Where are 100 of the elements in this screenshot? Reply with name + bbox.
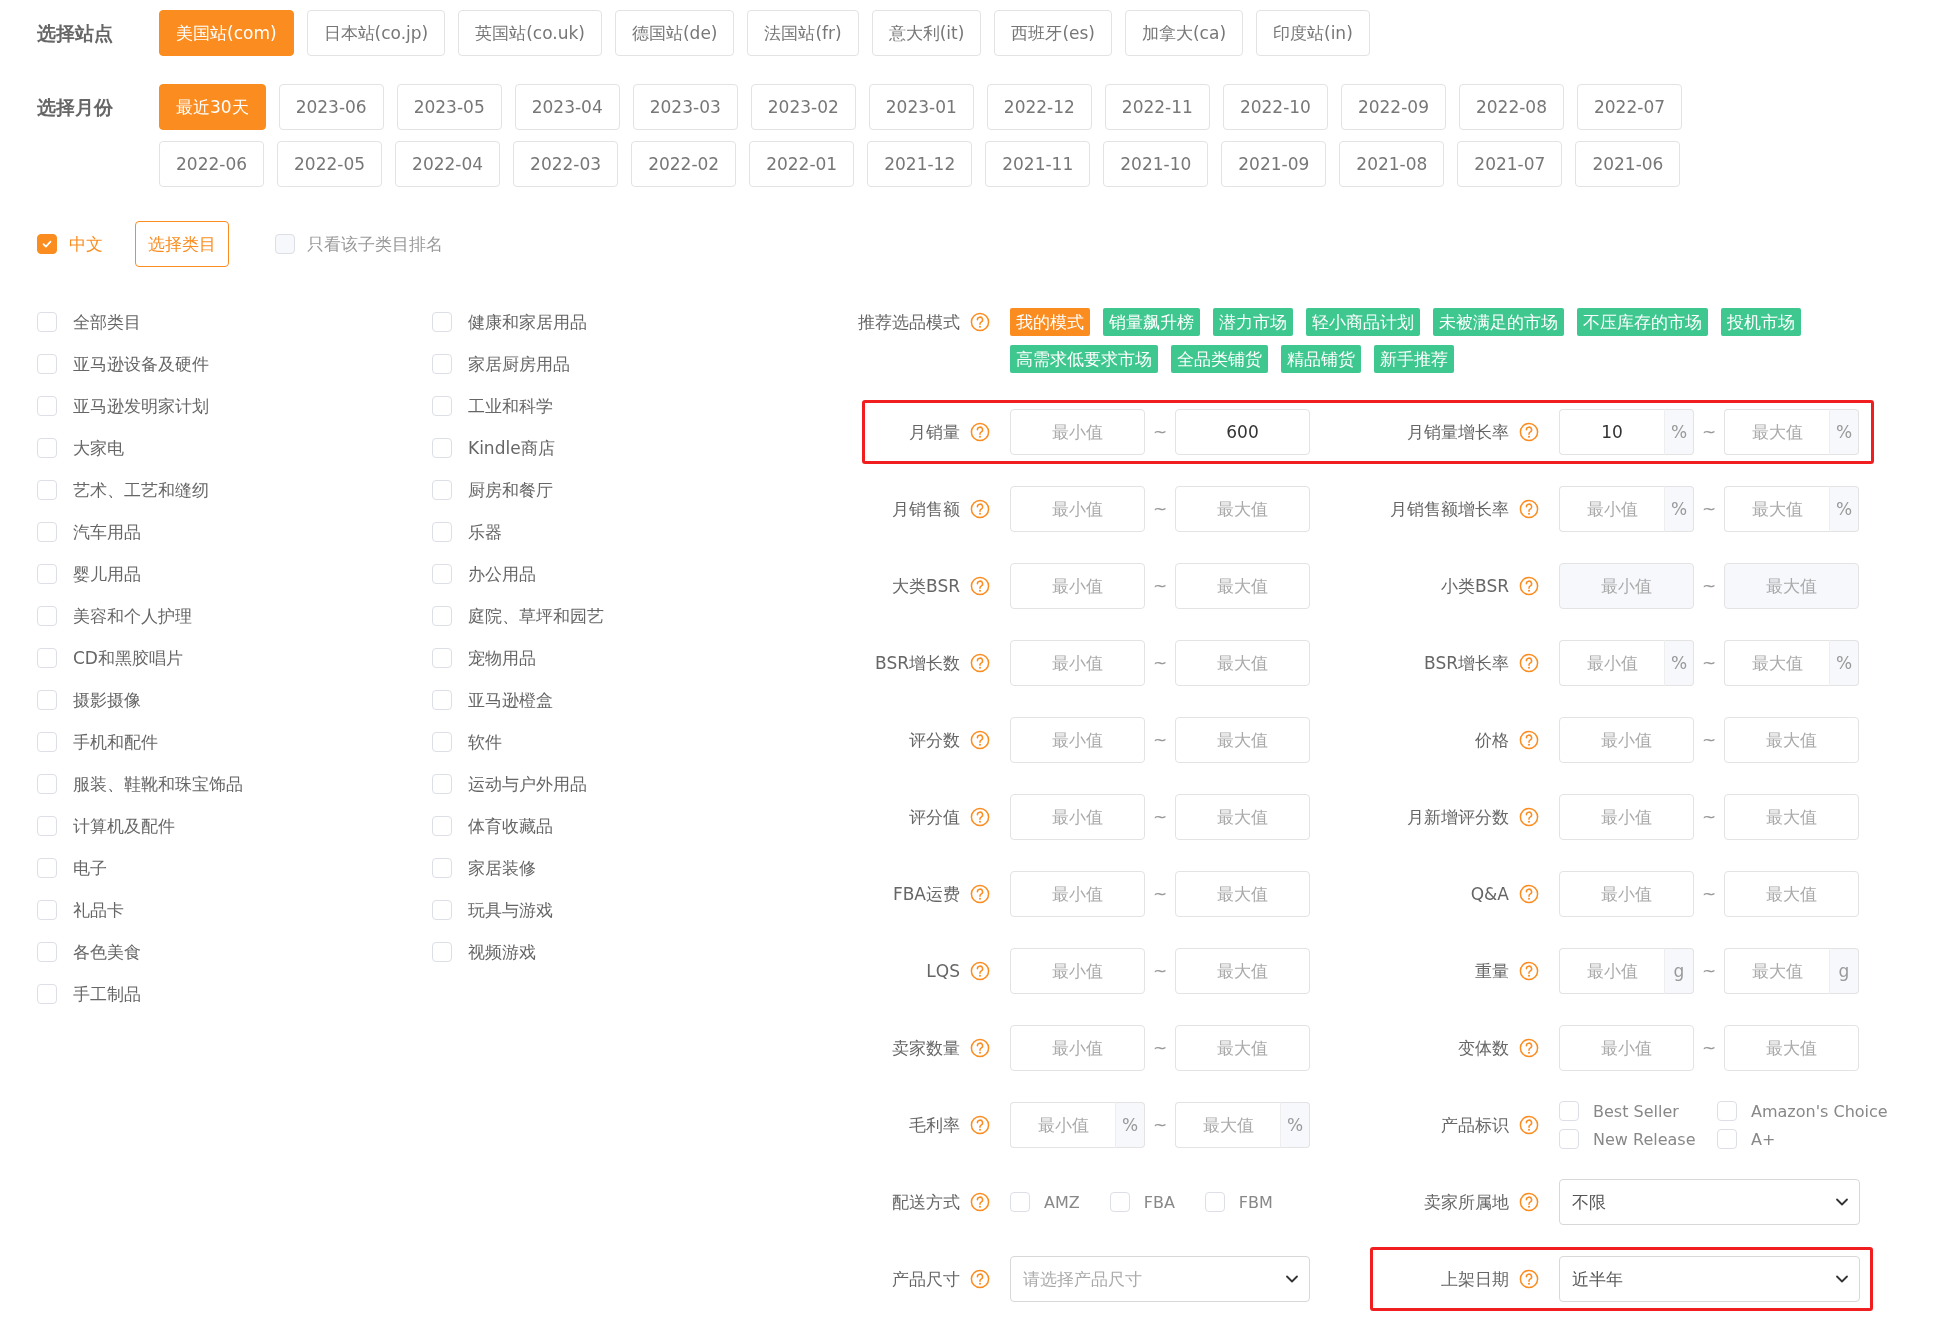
mode-tag[interactable]: 我的模式 [1010,308,1090,336]
checkbox-label: 婴儿用品 [73,562,141,586]
input-field[interactable]: 最小值 [1010,1025,1145,1071]
help-icon [1519,1038,1539,1058]
input-field[interactable]: 最大值 [1724,640,1829,686]
input-field[interactable]: 最小值 [1010,794,1145,840]
input-field[interactable]: 10 [1559,409,1664,455]
help-icon [970,499,990,519]
input-field[interactable]: 最小值 [1010,640,1145,686]
input-field[interactable]: 最大值 [1724,794,1859,840]
input-field[interactable]: 最小值 [1010,1102,1115,1148]
input-field[interactable]: 最小值 [1559,871,1694,917]
unit-label: % [1115,1102,1145,1148]
checkbox-label: 办公用品 [468,562,536,586]
option-button[interactable]: 2021-06 [1575,141,1681,187]
input-field[interactable]: 600 [1175,409,1310,455]
help-icon [970,653,990,673]
input-field[interactable]: 最大值 [1724,486,1829,532]
input-field[interactable]: 最小值 [1010,409,1145,455]
option-button[interactable]: 2023-06 [278,84,384,130]
option-button[interactable]: 2023-04 [514,84,620,130]
field-label: Q&A [1470,884,1509,904]
option-button[interactable]: 2023-05 [396,84,502,130]
help-icon [970,576,990,596]
field-label: 变体数 [1458,1036,1509,1060]
option-button[interactable]: 2022-06 [159,141,265,187]
option-button[interactable]: 2022-07 [1577,84,1682,130]
input-field[interactable]: 最大值 [1175,871,1310,917]
input-field[interactable]: 最小值 [1559,1025,1694,1071]
input-field[interactable]: 最大值 [1175,948,1310,994]
option-button[interactable]: 西班牙(es) [994,10,1112,56]
option-button[interactable]: 2022-02 [631,141,737,187]
option-button[interactable]: 加拿大(ca) [1125,10,1243,56]
option-button[interactable]: 法国站(fr) [747,10,859,56]
input-field[interactable]: 最小值 [1010,717,1145,763]
dropdown[interactable]: 近半年 [1559,1256,1860,1302]
checkbox-label: FBA [1143,1192,1175,1212]
option-button[interactable]: 2021-10 [1103,141,1209,187]
input-field[interactable]: 最大值 [1724,409,1829,455]
field-label: 卖家所属地 [1424,1190,1509,1214]
option-button[interactable]: 2023-03 [632,84,738,130]
option-button[interactable]: 2022-11 [1104,84,1210,130]
option-button[interactable]: 2021-11 [985,141,1091,187]
dropdown[interactable]: 请选择产品尺寸 [1010,1256,1310,1302]
input-field[interactable]: 最小值 [1010,563,1145,609]
input-field[interactable]: 最小值 [1559,948,1664,994]
option-button[interactable]: 2021-12 [867,141,973,187]
checkbox-label: 厨房和餐厅 [468,478,553,502]
input-field[interactable]: 最小值 [1010,871,1145,917]
help-icon [970,1269,990,1289]
option-button[interactable]: 2021-09 [1221,141,1327,187]
input-field[interactable]: 最大值 [1175,640,1310,686]
option-button[interactable]: 德国站(de) [614,10,735,56]
input-field[interactable]: 最大值 [1724,948,1829,994]
input-field[interactable]: 最大值 [1175,1025,1310,1071]
input-field[interactable]: 最小值 [1010,486,1145,532]
input-field[interactable]: 最小值 [1559,486,1664,532]
option-button[interactable]: 2022-12 [986,84,1092,130]
option-button[interactable]: 2022-10 [1222,84,1328,130]
option-button[interactable]: 2021-08 [1339,141,1445,187]
option-button[interactable]: 2023-02 [750,84,856,130]
option-button[interactable]: 2022-01 [749,141,855,187]
option-button[interactable]: 最近30天 [159,84,266,130]
option-button[interactable]: 英国站(co.uk) [458,10,602,56]
option-button[interactable]: 意大利(it) [871,10,982,56]
option-button[interactable]: 2021-07 [1457,141,1563,187]
input-field[interactable]: 最大值 [1175,486,1310,532]
input-field[interactable]: 最小值 [1559,717,1694,763]
option-button[interactable]: 日本站(co.jp) [306,10,446,56]
input-field[interactable]: 最大值 [1175,563,1310,609]
checkbox-label: 健康和家居用品 [468,310,587,334]
option-button[interactable]: 印度站(in) [1256,10,1370,56]
input-field[interactable]: 最小值 [1010,948,1145,994]
option-button[interactable]: 2022-08 [1458,84,1564,130]
field-label: 毛利率 [909,1113,960,1137]
option-button[interactable]: 2022-09 [1340,84,1446,130]
input-field[interactable]: 最大值 [1724,1025,1859,1071]
option-button[interactable]: 2022-05 [277,141,383,187]
input-field[interactable]: 最大值 [1724,871,1859,917]
field-label: 推荐选品模式 [858,310,960,334]
input-field[interactable]: 最小值 [1559,794,1694,840]
tilde-separator: ~ [1151,807,1169,827]
option-button[interactable]: 美国站(com) [159,10,294,56]
field-label: 产品尺寸 [892,1267,960,1291]
input-field[interactable]: 最小值 [1559,640,1664,686]
help-icon [1519,1269,1539,1289]
input-field[interactable]: 最大值 [1724,717,1859,763]
option-button[interactable]: 2023-01 [868,84,974,130]
checkbox[interactable] [37,234,57,254]
option-button[interactable]: 2022-04 [395,141,501,187]
input-field[interactable]: 最大值 [1175,794,1310,840]
select-category-button[interactable]: 选择类目 [135,221,229,267]
help-icon [1519,730,1539,750]
option-button[interactable]: 2022-03 [513,141,619,187]
field-label: 重量 [1475,959,1509,983]
field-label: 小类BSR [1441,574,1509,598]
input-field[interactable]: 最大值 [1175,717,1310,763]
dropdown[interactable]: 不限 [1559,1179,1860,1225]
tilde-separator: ~ [1700,807,1718,827]
input-field[interactable]: 最大值 [1175,1102,1280,1148]
